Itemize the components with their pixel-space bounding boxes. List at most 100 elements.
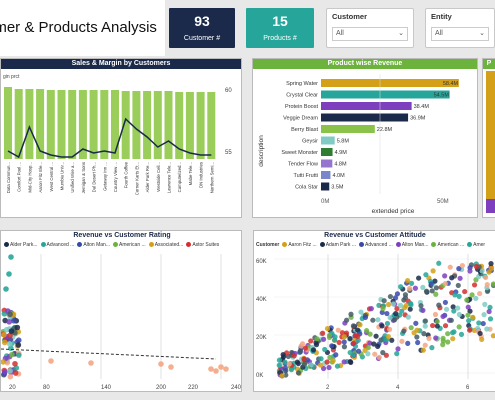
product-bar[interactable] — [321, 113, 409, 122]
legend-dot — [282, 242, 288, 248]
x-tick: 4 — [396, 385, 400, 391]
product-revenue-title: Product wise Revenue — [253, 59, 477, 69]
customer-dropdown-value: All — [336, 30, 344, 37]
chevron-down-icon: ⌄ — [479, 30, 485, 37]
bar-19 — [207, 92, 216, 159]
legend-item[interactable]: American ... — [119, 242, 146, 248]
entity-dropdown[interactable]: All ⌄ — [431, 27, 489, 41]
legend-dot — [319, 242, 325, 248]
bar-2 — [25, 89, 34, 159]
x-tick: 6 — [466, 385, 470, 391]
bar-10 — [111, 90, 119, 159]
product-value-label: 36.9M — [410, 116, 426, 122]
y-tick: 40K — [256, 297, 267, 303]
customer-tick-label: Fourth Coffee — [124, 161, 129, 188]
legend-item[interactable]: Adam Park ... — [326, 242, 356, 248]
customer-tick-label: Westside Cell... — [156, 162, 161, 192]
x-tick: 140 — [101, 385, 112, 391]
customer-tick-label: Dal Desert Ph... — [92, 162, 97, 192]
product-bar[interactable] — [321, 136, 335, 145]
product-label: Cola Star — [295, 185, 318, 191]
legend-item[interactable]: Astor Suites — [192, 242, 219, 248]
product-value-label: 38.4M — [414, 104, 430, 110]
y-tick: 20K — [256, 335, 267, 341]
legend-dot — [77, 242, 83, 248]
x-tick: 80 — [43, 385, 50, 391]
bar-3 — [36, 89, 45, 159]
customer-tick-label: Country View ... — [113, 162, 118, 192]
legend-item[interactable]: Alton Man... — [83, 242, 110, 248]
sales-margin-chart[interactable]: Sales & Margin by Customers gin prct Dat… — [0, 58, 242, 218]
bar-6 — [68, 90, 77, 159]
legend-dot — [431, 242, 437, 248]
x-tick: 240 — [231, 385, 242, 391]
product-bar[interactable] — [321, 171, 331, 179]
customer-tick-label: Computerized... — [177, 162, 182, 192]
partial-side-chart[interactable]: P — [482, 58, 495, 218]
legend-item[interactable]: Alton Man... — [402, 242, 429, 248]
y2-tick-55: 55 — [225, 150, 232, 156]
legend-item[interactable]: Amer — [473, 242, 485, 248]
product-label: Sweet Monster — [281, 150, 318, 156]
y-tick: 0K — [256, 373, 263, 379]
entity-slicer[interactable]: Entity All ⌄ — [425, 8, 495, 48]
product-label: Protein Boost — [285, 104, 318, 110]
bar-15 — [164, 91, 173, 159]
product-label: Berry Blast — [291, 127, 318, 133]
side-bar-gold — [486, 71, 495, 201]
product-bar[interactable] — [321, 125, 375, 133]
rating-scatter-title: Revenue vs Customer Rating — [73, 232, 171, 239]
customer-tick-label: Mumbia Univ... — [60, 162, 65, 190]
customer-tick-label: Lawrence Tele... — [167, 162, 172, 193]
bar-12 — [132, 91, 141, 159]
attitude-scatter-chart[interactable]: Revenue vs Customer Attitude Customer Aar… — [253, 230, 495, 392]
kpi-product-label: Products # — [263, 35, 297, 42]
bar-5 — [57, 90, 66, 159]
bar-11 — [121, 91, 130, 159]
x-tick: 20 — [9, 385, 16, 391]
product-bar[interactable] — [321, 182, 330, 191]
legend-dot — [358, 242, 364, 248]
product-label: Spring Water — [286, 81, 318, 87]
attitude-scatter-plot: 60K 40K 20K 0K 2 4 6 — [256, 254, 495, 391]
product-label: Tutti Frutti — [293, 173, 318, 179]
product-value-label: 3.5M — [331, 185, 344, 191]
bar-4 — [46, 90, 55, 159]
chevron-down-icon: ⌄ — [398, 30, 404, 37]
x-tick-50m: 50M — [437, 199, 449, 205]
attitude-scatter-title: Revenue vs Customer Attitude — [324, 232, 426, 239]
x-tick: 2 — [326, 385, 330, 391]
legend-item[interactable]: Associated... — [155, 242, 184, 248]
legend-item[interactable]: American ... — [437, 242, 464, 248]
bar-17 — [185, 92, 194, 159]
product-value-label: 22.8M — [377, 127, 393, 133]
kpi-customer-label: Customer # — [183, 35, 221, 42]
x-tick: 200 — [156, 385, 167, 391]
attitude-legend-label: Customer — [256, 242, 280, 248]
customer-slicer-label: Customer — [332, 12, 368, 21]
legend-item[interactable]: Alder Park... — [10, 242, 38, 248]
customer-tick-label: Alder Park Re... — [145, 162, 150, 192]
entity-slicer-label: Entity — [431, 12, 452, 21]
product-bar[interactable] — [321, 79, 459, 87]
bar-14 — [153, 91, 162, 159]
customer-dropdown[interactable]: All ⌄ — [332, 27, 408, 41]
product-bar[interactable] — [321, 148, 333, 156]
product-revenue-chart[interactable]: Product wise Revenue description Spring … — [252, 58, 478, 218]
product-bar[interactable] — [321, 90, 450, 99]
legend-dot — [467, 242, 473, 248]
product-value-label: 4.8M — [334, 162, 347, 168]
legend-item[interactable]: Advanced ... — [365, 242, 393, 248]
kpi-customer-count: 93 Customer # — [169, 8, 235, 48]
legend-item[interactable]: Aaron Fitz ... — [288, 242, 316, 248]
product-value-label: 5.8M — [337, 139, 350, 145]
rating-scatter-chart[interactable]: Revenue vs Customer Rating Alder Park...… — [0, 230, 242, 392]
kpi-customer-value: 93 — [194, 13, 210, 29]
legend-item[interactable]: Advanced ... — [47, 242, 75, 248]
legend-dot — [395, 242, 401, 248]
y2-tick-60: 60 — [225, 88, 232, 94]
product-bar[interactable] — [321, 102, 412, 110]
customer-slicer[interactable]: Customer All ⌄ — [326, 8, 414, 48]
customer-tick-label: Unified Wire a... — [70, 162, 75, 193]
product-bar[interactable] — [321, 159, 333, 168]
